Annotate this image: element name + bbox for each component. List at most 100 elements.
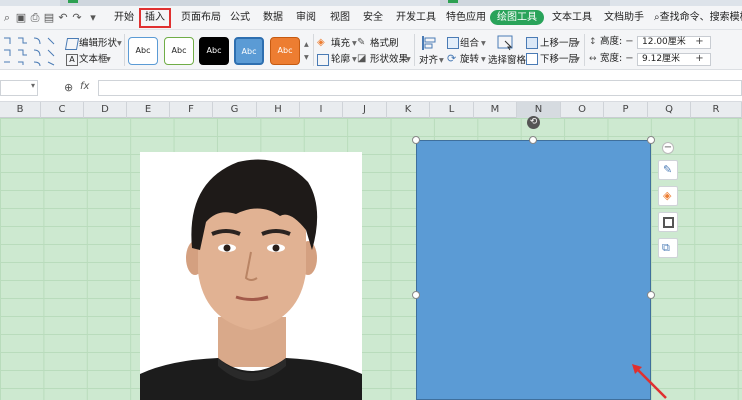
selection-pane-icon xyxy=(497,35,513,51)
shape-gallery[interactable] xyxy=(2,34,58,68)
chevron-down-icon[interactable]: ▾ xyxy=(31,81,35,90)
fill-bucket-icon: ◈ xyxy=(663,189,672,202)
formula-input[interactable] xyxy=(98,80,742,96)
resize-handle-top-right[interactable] xyxy=(647,136,655,144)
width-label: 宽度: xyxy=(600,53,623,64)
menu-document-assistant[interactable]: 文档助手 xyxy=(604,10,644,26)
customize-icon[interactable]: ▾ xyxy=(86,11,100,25)
styles-more-icon[interactable]: ▾ xyxy=(304,52,309,64)
column-header-r[interactable]: R xyxy=(691,102,742,118)
menu-text-tools[interactable]: 文本工具 xyxy=(552,10,592,26)
column-header-e[interactable]: E xyxy=(127,102,170,118)
chevron-down-icon[interactable]: ▾ xyxy=(106,54,111,66)
selected-rectangle-shape[interactable] xyxy=(416,140,651,400)
chevron-down-icon[interactable]: ▾ xyxy=(439,55,444,67)
chevron-down-icon[interactable]: ▾ xyxy=(575,38,580,50)
shape-outline-tool[interactable] xyxy=(658,212,678,232)
outline-button[interactable]: 轮廓 xyxy=(331,54,350,66)
open-icon[interactable]: ⌕ xyxy=(0,11,14,25)
shape-effects-icon: ◪ xyxy=(357,53,367,64)
height-decrease-button[interactable]: − xyxy=(624,36,635,49)
menu-drawing-tools[interactable]: 绘图工具 xyxy=(490,10,544,25)
shape-style-1[interactable]: Abc xyxy=(128,37,158,65)
chevron-down-icon[interactable]: ▾ xyxy=(575,54,580,66)
shape-layout-tool[interactable]: ⧉ xyxy=(658,238,678,258)
column-header-g[interactable]: G xyxy=(213,102,257,118)
styles-scroll-up-icon[interactable]: ▴ xyxy=(304,39,309,51)
column-header-f[interactable]: F xyxy=(170,102,213,118)
menu-insert[interactable]: 插入 xyxy=(139,8,171,28)
column-header-l[interactable]: L xyxy=(430,102,474,118)
print-preview-icon[interactable]: ▤ xyxy=(42,11,56,25)
column-header-h[interactable]: H xyxy=(257,102,300,118)
column-header-d[interactable]: D xyxy=(84,102,127,118)
menu-home[interactable]: 开始 xyxy=(114,10,134,26)
group-button[interactable]: 组合 xyxy=(460,38,479,50)
menu-view[interactable]: 视图 xyxy=(330,10,350,26)
menu-bar: ⌕ ▣ ⎙ ▤ ↶ ↷ ▾ 开始 插入 页面布局 公式 数据 审阅 视图 安全 … xyxy=(0,6,742,30)
shape-style-3[interactable]: Abc xyxy=(199,37,229,65)
edit-shape-button[interactable]: 编辑形状 xyxy=(79,38,117,50)
collapse-toolbar-button[interactable]: − xyxy=(662,142,674,154)
rotate-icon: ⟳ xyxy=(447,52,457,65)
save-icon[interactable]: ▣ xyxy=(14,11,28,25)
shape-edit-tool[interactable]: ✎ xyxy=(658,160,678,180)
shape-style-2[interactable]: Abc xyxy=(164,37,194,65)
width-decrease-button[interactable]: − xyxy=(624,53,635,66)
shape-style-5[interactable]: Abc xyxy=(270,37,300,65)
fx-icon[interactable]: fx xyxy=(80,81,89,92)
column-header-j[interactable]: J xyxy=(343,102,387,118)
print-icon[interactable]: ⎙ xyxy=(28,11,42,25)
shape-fill-tool[interactable]: ◈ xyxy=(658,186,678,206)
format-painter-icon: ✎ xyxy=(357,37,366,48)
command-search[interactable]: ⌕查找命令、搜索模板 xyxy=(654,10,742,26)
menu-formulas[interactable]: 公式 xyxy=(230,10,250,26)
name-box[interactable]: ▾ xyxy=(0,80,38,96)
resize-handle-top[interactable] xyxy=(529,136,537,144)
send-backward-icon xyxy=(526,53,538,65)
column-header-b[interactable]: B xyxy=(0,102,41,118)
command-search-text: 查找命令、搜索模板 xyxy=(659,12,742,23)
column-header-p[interactable]: P xyxy=(604,102,648,118)
menu-security[interactable]: 安全 xyxy=(363,10,383,26)
resize-handle-top-left[interactable] xyxy=(412,136,420,144)
zoom-icon[interactable]: ⊕ xyxy=(64,81,73,94)
column-header-q[interactable]: Q xyxy=(648,102,691,118)
shape-effects-button[interactable]: 形状效果 xyxy=(370,54,408,66)
send-backward-button[interactable]: 下移一层 xyxy=(540,54,578,66)
chevron-down-icon[interactable]: ▾ xyxy=(406,54,411,66)
text-box-button[interactable]: 文本框 xyxy=(79,54,108,66)
menu-special-apps[interactable]: 特色应用 xyxy=(446,10,486,26)
resize-handle-left[interactable] xyxy=(412,291,420,299)
shape-style-4[interactable]: Abc xyxy=(234,37,264,65)
group-icon xyxy=(447,37,459,49)
chevron-down-icon[interactable]: ▾ xyxy=(117,38,122,50)
menu-developer-tools[interactable]: 开发工具 xyxy=(396,10,436,26)
column-header-c[interactable]: C xyxy=(41,102,84,118)
menu-page-layout[interactable]: 页面布局 xyxy=(181,10,221,26)
column-header-m[interactable]: M xyxy=(474,102,517,118)
align-button[interactable]: 对齐 xyxy=(419,55,438,67)
column-header-o[interactable]: O xyxy=(561,102,604,118)
resize-handle-right[interactable] xyxy=(647,291,655,299)
rotate-button[interactable]: 旋转 xyxy=(460,54,479,66)
rotate-handle[interactable]: ⟲ xyxy=(527,116,540,129)
format-painter-button[interactable]: 格式刷 xyxy=(370,38,399,50)
person-photo[interactable] xyxy=(140,152,362,400)
width-increase-button[interactable]: + xyxy=(694,53,705,66)
redo-icon[interactable]: ↷ xyxy=(70,11,84,25)
selection-pane-button[interactable]: 选择窗格 xyxy=(488,55,526,67)
bring-forward-button[interactable]: 上移一层 xyxy=(540,38,578,50)
menu-review[interactable]: 审阅 xyxy=(296,10,316,26)
column-header-n[interactable]: N xyxy=(517,102,561,118)
bring-forward-icon xyxy=(526,37,538,49)
column-header-k[interactable]: K xyxy=(387,102,430,118)
undo-icon[interactable]: ↶ xyxy=(56,11,70,25)
column-header-i[interactable]: I xyxy=(300,102,343,118)
chevron-down-icon[interactable]: ▾ xyxy=(481,38,486,50)
fill-icon: ◈ xyxy=(317,37,325,48)
chevron-down-icon[interactable]: ▾ xyxy=(481,54,486,66)
fill-button[interactable]: 填充 xyxy=(331,38,350,50)
menu-data[interactable]: 数据 xyxy=(263,10,283,26)
height-increase-button[interactable]: + xyxy=(694,36,705,49)
